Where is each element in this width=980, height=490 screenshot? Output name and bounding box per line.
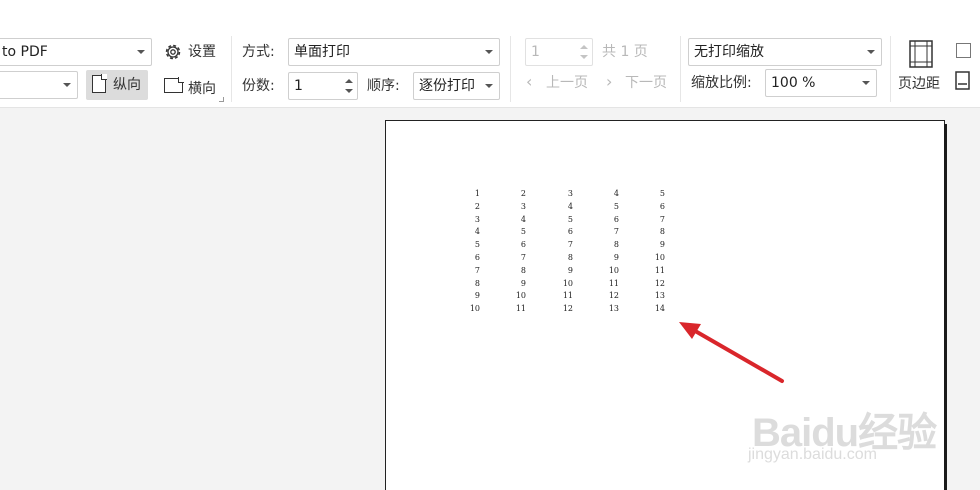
watermark-url: jingyan.baidu.com xyxy=(748,446,877,463)
